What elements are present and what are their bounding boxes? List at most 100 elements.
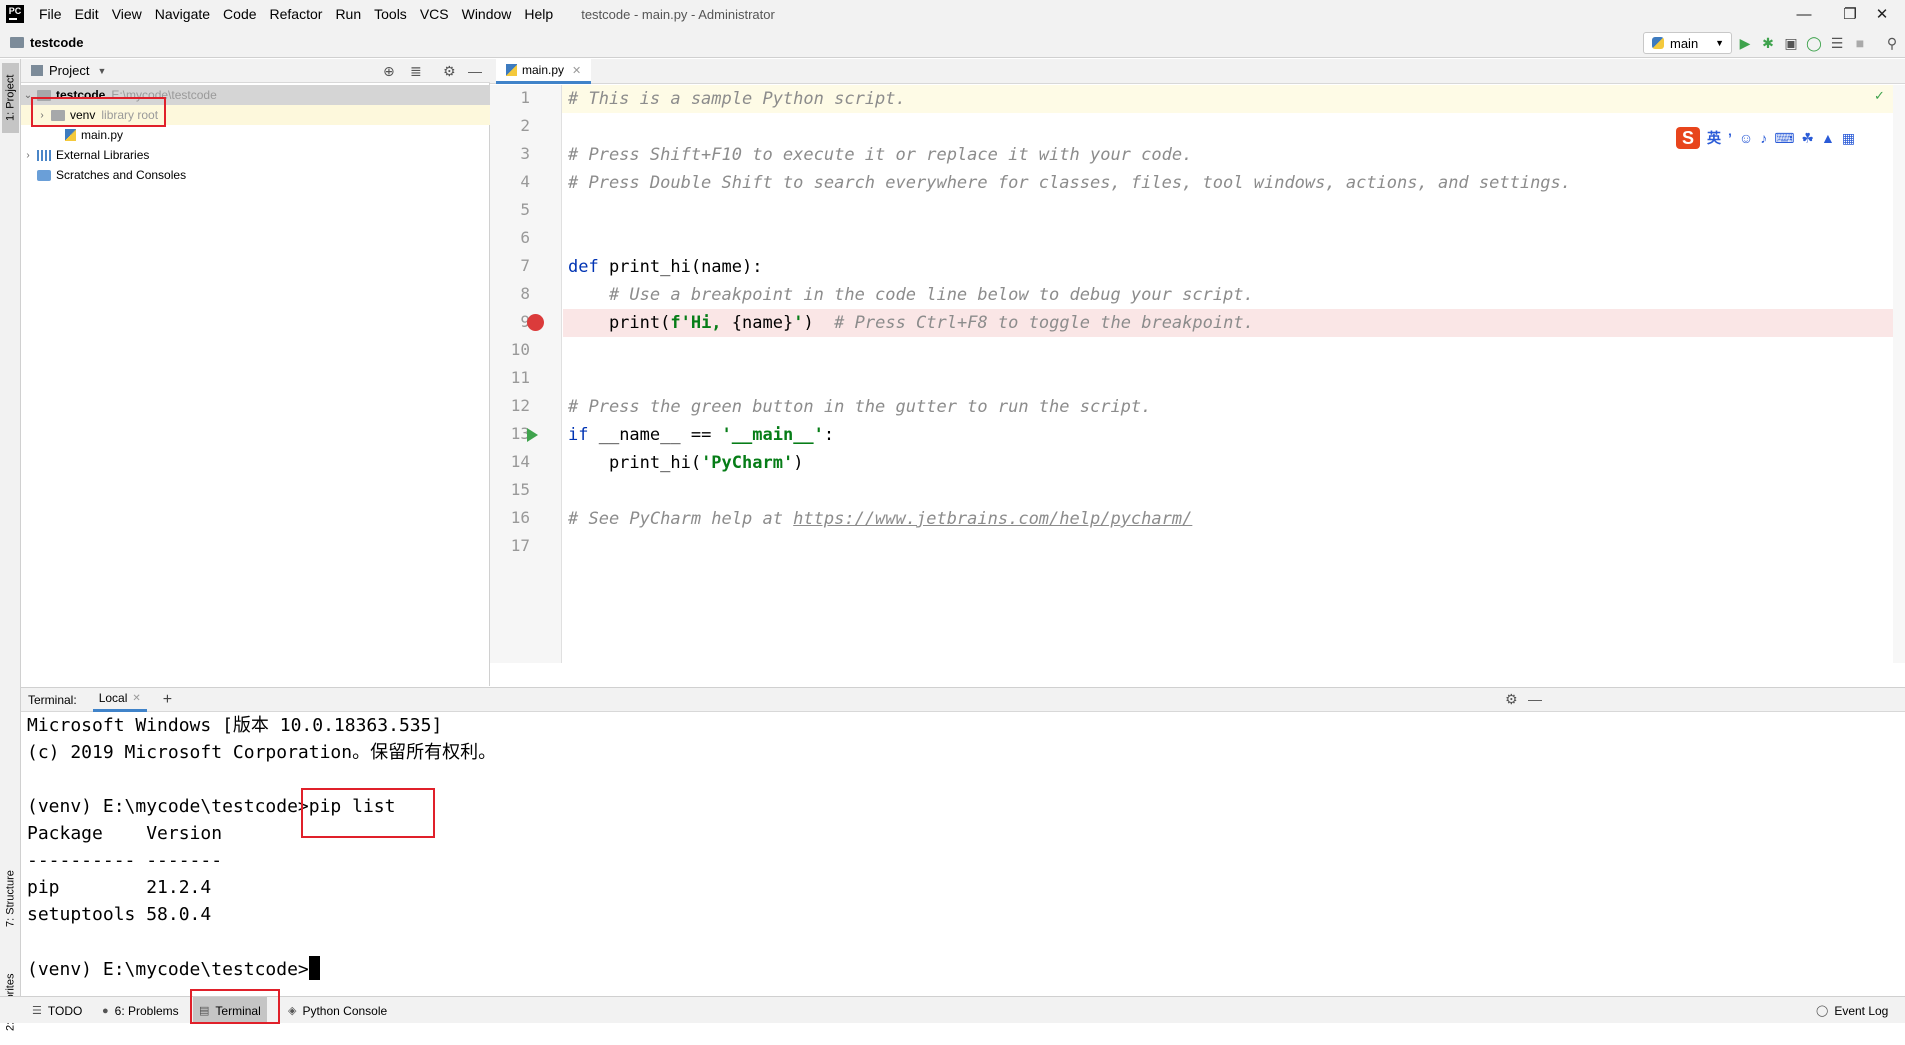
close-icon[interactable]: ✕ bbox=[132, 693, 140, 704]
bottom-tool-bar: ☰ TODO ● 6: Problems ▤ Terminal ◈ Python Con… bbox=[0, 989, 1905, 1024]
hide-icon[interactable]: — bbox=[1528, 691, 1542, 707]
line-number: 9 bbox=[520, 312, 530, 331]
breakpoint-icon[interactable] bbox=[527, 314, 544, 331]
line-number: 3 bbox=[520, 144, 530, 163]
build-icon[interactable]: ☰ bbox=[1829, 35, 1845, 51]
chevron-down-icon[interactable]: ▼ bbox=[97, 66, 106, 76]
info-icon: ● bbox=[102, 1004, 109, 1017]
line-number: 5 bbox=[520, 200, 530, 219]
tree-item-main-py[interactable]: main.py bbox=[21, 125, 490, 145]
tool-tab-project[interactable]: 1: Project bbox=[2, 63, 19, 133]
code-line: print_hi('PyCharm') bbox=[568, 449, 804, 477]
coverage-icon[interactable]: ▣ bbox=[1783, 35, 1799, 51]
code-text: print( bbox=[568, 313, 671, 333]
gear-icon[interactable]: ⚙ bbox=[443, 63, 456, 80]
navigation-bar: testcode main ▼ ▶ ✱ ▣ ◯ ☰ ■ ⚲ bbox=[0, 28, 1905, 58]
emoji-icon[interactable]: ☺ bbox=[1739, 130, 1753, 146]
tree-item-scratches[interactable]: Scratches and Consoles bbox=[21, 165, 490, 185]
tool-tab-todo[interactable]: ☰ TODO bbox=[26, 997, 88, 1024]
tab-terminal-local[interactable]: Local ✕ bbox=[92, 688, 147, 712]
minimize-icon[interactable]: — bbox=[1781, 0, 1827, 28]
line-number: 10 bbox=[510, 340, 530, 359]
stop-icon[interactable]: ■ bbox=[1852, 35, 1868, 51]
menu-refactor[interactable]: Refactor bbox=[270, 6, 323, 22]
line-number: 7 bbox=[520, 256, 530, 275]
tree-item-external-libraries[interactable]: › External Libraries bbox=[21, 145, 490, 165]
tab-main-py[interactable]: main.py ✕ bbox=[496, 59, 592, 84]
menu-navigate[interactable]: Navigate bbox=[155, 6, 210, 22]
project-panel-title[interactable]: Project bbox=[49, 63, 89, 78]
tool-tab-python-console[interactable]: ◈ Python Console bbox=[282, 997, 393, 1024]
line-number: 14 bbox=[510, 452, 530, 471]
close-icon[interactable]: ✕ bbox=[572, 64, 581, 77]
debug-icon[interactable]: ✱ bbox=[1760, 35, 1776, 51]
terminal-prompt-line: (venv) E:\mycode\testcode> bbox=[27, 956, 320, 983]
collapse-all-icon[interactable]: ≣ bbox=[410, 63, 422, 80]
tool-tab-structure[interactable]: 7: Structure bbox=[2, 859, 19, 939]
punctuation-icon[interactable]: ’ bbox=[1728, 130, 1732, 146]
menu-vcs[interactable]: VCS bbox=[420, 6, 449, 22]
python-console-icon: ◈ bbox=[288, 1005, 297, 1017]
add-icon[interactable]: + bbox=[163, 691, 172, 709]
shirt-icon[interactable]: ▲ bbox=[1821, 130, 1835, 146]
code-line: # Press Shift+F10 to execute it or repla… bbox=[568, 145, 1193, 165]
terminal-line: (c) 2019 Microsoft Corporation。保留所有权利。 bbox=[27, 742, 497, 763]
menu-grid-icon[interactable]: ▦ bbox=[1842, 130, 1855, 147]
breadcrumb[interactable]: testcode bbox=[10, 35, 83, 50]
tree-item-label: Scratches and Consoles bbox=[56, 168, 187, 182]
gear-icon[interactable]: ⚙ bbox=[1505, 691, 1518, 708]
terminal-output[interactable]: Microsoft Windows [版本 10.0.18363.535] (c… bbox=[21, 713, 1905, 996]
keyboard-icon[interactable]: ⌨ bbox=[1774, 130, 1794, 147]
ime-language-label[interactable]: 英 bbox=[1707, 128, 1721, 148]
hide-icon[interactable]: — bbox=[468, 63, 482, 79]
tool-tab-label: Python Console bbox=[302, 1003, 388, 1018]
run-configuration-select[interactable]: main ▼ bbox=[1643, 32, 1732, 54]
menu-file[interactable]: File bbox=[39, 6, 62, 22]
profile-icon[interactable]: ◯ bbox=[1806, 35, 1822, 51]
menu-code[interactable]: Code bbox=[223, 6, 256, 22]
locate-icon[interactable]: ⊕ bbox=[383, 63, 395, 80]
code-text: print_hi( bbox=[568, 453, 702, 473]
close-icon[interactable]: ✕ bbox=[1859, 0, 1905, 28]
terminal-line: Package Version bbox=[27, 823, 223, 844]
project-panel-header: Project ▼ ⊕ ≣ ⚙ — bbox=[21, 59, 490, 83]
tool-tab-event-log[interactable]: ◯ Event Log bbox=[1810, 997, 1894, 1024]
code-text: ) bbox=[803, 313, 835, 333]
tree-item-label: main.py bbox=[81, 128, 124, 142]
line-number: 12 bbox=[510, 396, 530, 415]
menu-bar: PC File Edit View Navigate Code Refactor… bbox=[0, 0, 1905, 28]
skin-icon[interactable]: ☘ bbox=[1801, 130, 1814, 147]
help-link[interactable]: https://www.jetbrains.com/help/pycharm/ bbox=[793, 509, 1192, 529]
menu-window[interactable]: Window bbox=[462, 6, 512, 22]
code-text: ) bbox=[793, 453, 804, 473]
menu-run[interactable]: Run bbox=[335, 6, 361, 22]
run-icon[interactable]: ▶ bbox=[1737, 35, 1753, 51]
code-text: print_hi(name): bbox=[598, 257, 763, 277]
line-number: 13 bbox=[510, 424, 530, 443]
inspection-ok-icon[interactable]: ✓ bbox=[1874, 88, 1885, 104]
editor-scrollbar[interactable] bbox=[1893, 85, 1905, 663]
code-text: {name} bbox=[731, 313, 794, 333]
menu-tools[interactable]: Tools bbox=[374, 6, 407, 22]
highlight-box bbox=[190, 989, 280, 1024]
code-keyword: def bbox=[568, 257, 599, 277]
code-comment: # Press Ctrl+F8 to toggle the breakpoint… bbox=[834, 313, 1254, 333]
menu-view[interactable]: View bbox=[112, 6, 142, 22]
run-gutter-icon[interactable] bbox=[527, 428, 538, 442]
tool-tab-problems[interactable]: ● 6: Problems bbox=[96, 997, 185, 1024]
menu-help[interactable]: Help bbox=[524, 6, 553, 22]
chevron-right-icon[interactable]: › bbox=[21, 150, 35, 161]
terminal-line: setuptools 58.0.4 bbox=[27, 904, 212, 925]
menu-edit[interactable]: Edit bbox=[75, 6, 99, 22]
tree-item-label: External Libraries bbox=[56, 148, 150, 162]
sogou-logo-icon[interactable]: S bbox=[1676, 127, 1700, 149]
terminal-cursor bbox=[308, 956, 320, 980]
search-icon[interactable]: ⚲ bbox=[1884, 35, 1900, 51]
breadcrumb-project[interactable]: testcode bbox=[30, 35, 83, 50]
microphone-icon[interactable]: ♪ bbox=[1760, 130, 1767, 146]
code-text: __name__ == bbox=[588, 425, 722, 445]
python-file-icon bbox=[65, 129, 76, 141]
line-number: 2 bbox=[520, 116, 530, 135]
editor-tabs: main.py ✕ bbox=[490, 59, 1905, 84]
terminal-line: pip 21.2.4 bbox=[27, 877, 212, 898]
